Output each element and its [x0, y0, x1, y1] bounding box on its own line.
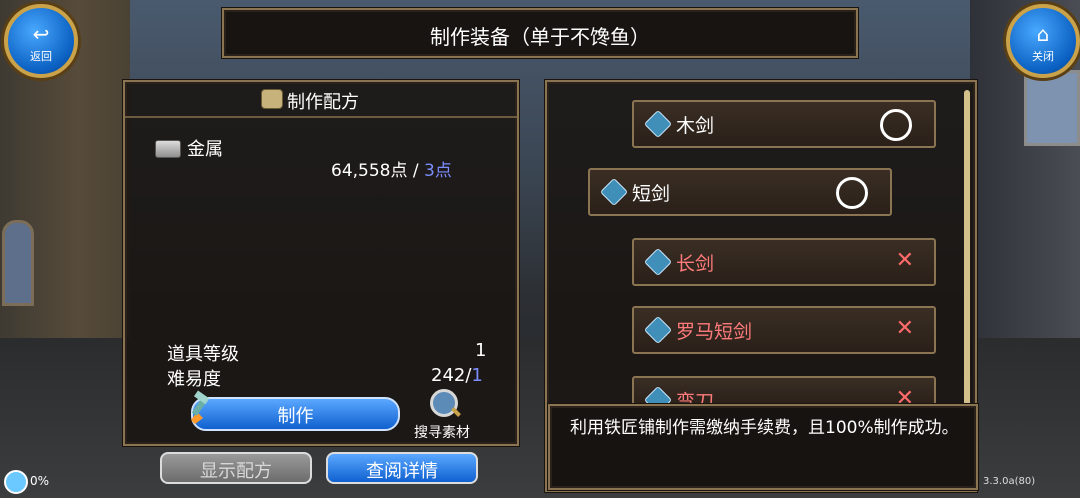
show-recipe-button[interactable]: 显示配方: [160, 452, 312, 484]
item-name: 木剑: [676, 115, 715, 137]
description-text: 利用铁匠铺制作需缴纳手续费，且100%制作成功。: [570, 418, 959, 438]
show-recipe-label: 显示配方: [200, 461, 272, 482]
list-item[interactable]: 短剑: [588, 168, 892, 216]
list-item[interactable]: 木剑: [632, 100, 936, 148]
difficulty-max: 1: [471, 365, 483, 386]
sword-icon: [643, 109, 673, 139]
material-separator: /: [412, 161, 419, 181]
difficulty-value: 242/1: [431, 365, 483, 386]
sword-icon: [599, 177, 629, 207]
recipe-panel: 制作配方 金属 64,558点 / 3点 道具等级 1 难易度 242/1 制作…: [123, 80, 519, 446]
item-name: 长剑: [676, 253, 715, 275]
material-name: 金属: [187, 139, 223, 160]
available-icon: [880, 109, 912, 141]
list-item[interactable]: 罗马短剑 ✕: [632, 306, 936, 354]
sword-icon: [643, 315, 673, 345]
magnifier-icon[interactable]: [430, 389, 458, 417]
make-button[interactable]: 制作: [191, 397, 400, 431]
material-cost: 3点: [424, 161, 452, 181]
back-arrow-icon: ↩: [32, 22, 50, 46]
view-details-label: 查阅详情: [366, 461, 438, 482]
list-item[interactable]: 长剑 ✕: [632, 238, 936, 286]
title-bar: 制作装备（单于不馋鱼）: [222, 8, 858, 58]
scrollbar[interactable]: [964, 90, 970, 410]
close-label: 关闭: [1032, 50, 1054, 63]
difficulty-label: 难易度: [167, 369, 221, 390]
difficulty-current: 242/: [431, 365, 472, 386]
item-name: 罗马短剑: [676, 321, 753, 343]
recipe-header: 制作配方: [125, 82, 517, 118]
item-level-value: 1: [475, 340, 487, 361]
unavailable-icon: ✕: [895, 316, 914, 341]
make-label: 制作: [277, 406, 314, 427]
item-name: 短剑: [632, 183, 671, 205]
progress-percent: 0%: [30, 474, 50, 488]
hammer-icon: [191, 390, 210, 424]
unavailable-icon: ✕: [895, 248, 914, 273]
version-text: 3.3.0a(80): [983, 476, 1036, 487]
recipe-title: 制作配方: [287, 92, 359, 113]
metal-icon: [155, 140, 181, 158]
background-window: [2, 220, 34, 306]
available-icon: [836, 177, 868, 209]
search-material-label[interactable]: 搜寻素材: [414, 422, 470, 442]
back-button[interactable]: ↩ 返回: [4, 4, 78, 78]
background-window-right: [1024, 70, 1080, 146]
close-button[interactable]: ⌂ 关闭: [1006, 4, 1080, 78]
item-level-label: 道具等级: [167, 344, 239, 365]
view-details-button[interactable]: 查阅详情: [326, 452, 478, 484]
page-title: 制作装备（单于不馋鱼）: [430, 25, 650, 49]
home-icon: ⌂: [1036, 22, 1050, 46]
sword-icon: [643, 247, 673, 277]
material-amount: 64,558点: [331, 161, 408, 181]
recipe-icon: [261, 89, 283, 109]
material-points: 64,558点 / 3点: [331, 156, 452, 181]
back-label: 返回: [30, 50, 52, 63]
globe-icon[interactable]: [4, 470, 28, 494]
description-box: 利用铁匠铺制作需缴纳手续费，且100%制作成功。: [548, 404, 978, 490]
